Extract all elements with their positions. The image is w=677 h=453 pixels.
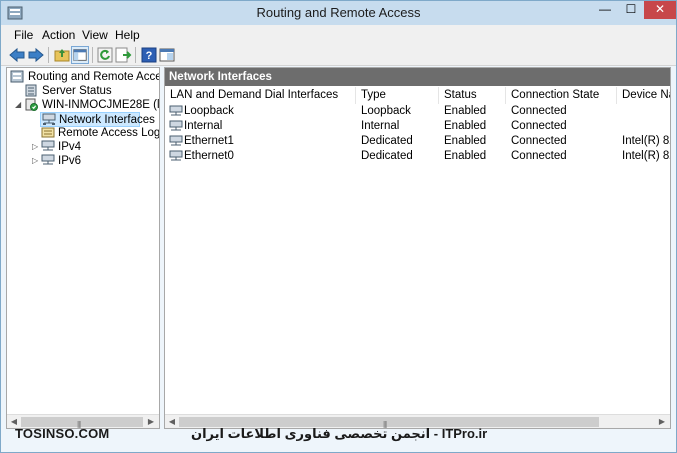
export-list-icon[interactable]: [114, 46, 132, 64]
cell-name: Internal: [184, 120, 223, 132]
tree-label-root: Routing and Remote Access: [28, 71, 160, 83]
cell-connection-state: Connected: [511, 135, 567, 147]
cell-type: Internal: [361, 120, 400, 132]
cell-device-name: Intel(R) 8257: [622, 135, 670, 147]
app-window: Routing and Remote Access — ☐ ✕ File Act…: [0, 0, 677, 453]
section-title: Network Interfaces: [165, 68, 670, 86]
menu-view[interactable]: View: [82, 28, 108, 42]
column-header-type[interactable]: Type: [356, 87, 439, 104]
tree-label-server: WIN-INMOCJME28E (local): [42, 99, 160, 111]
tree-label-server-status: Server Status: [42, 85, 112, 97]
toolbar-separator: [135, 47, 136, 63]
table-row[interactable]: Loopback Loopback Enabled Connected: [165, 104, 670, 119]
tree-item-root[interactable]: Routing and Remote Access: [10, 70, 160, 84]
expand-arrow-icon[interactable]: ◢: [15, 100, 23, 110]
watermark-left: TOSINSO.COM: [15, 426, 110, 441]
network-interfaces-icon: [42, 113, 56, 125]
toolbar-separator: [48, 47, 49, 63]
table-row[interactable]: Internal Internal Enabled Connected: [165, 119, 670, 134]
logging-icon: [41, 127, 55, 138]
column-header-name[interactable]: LAN and Demand Dial Interfaces: [165, 87, 356, 104]
tree-pane: Routing and Remote Access Server Status …: [6, 67, 160, 429]
tree-label-network-interfaces: Network Interfaces: [59, 114, 155, 126]
scroll-right-arrow-icon[interactable]: ▶: [656, 416, 668, 428]
tree-item-server[interactable]: WIN-INMOCJME28E (local): [24, 98, 159, 112]
help-icon[interactable]: ?: [140, 46, 158, 64]
cell-status: Enabled: [444, 150, 487, 162]
cell-status: Enabled: [444, 135, 487, 147]
tree-label-remote-access-logging: Remote Access Logging: [58, 127, 160, 139]
server-status-icon: [25, 84, 37, 97]
menu-action[interactable]: Action: [42, 28, 75, 42]
menu-bar: File Action View Help: [1, 25, 676, 44]
cell-name: Ethernet0: [184, 150, 234, 162]
cell-device-name: [617, 104, 670, 119]
ipv6-icon: [41, 154, 55, 165]
tree-item-server-status[interactable]: Server Status: [24, 84, 159, 98]
maximize-button[interactable]: ☐: [618, 1, 644, 19]
window-title: Routing and Remote Access: [256, 5, 421, 20]
tree-item-ipv4[interactable]: IPv4: [40, 140, 140, 154]
forward-arrow-icon[interactable]: [27, 46, 45, 64]
cell-connection-state: Connected: [511, 120, 567, 132]
close-button[interactable]: ✕: [644, 1, 676, 19]
show-hide-tree-icon[interactable]: [71, 46, 89, 64]
cell-type: Dedicated: [361, 135, 413, 147]
column-header-status[interactable]: Status: [439, 87, 506, 104]
menu-file[interactable]: File: [14, 28, 33, 42]
toolbar: ?: [1, 44, 676, 66]
properties-icon[interactable]: [158, 46, 176, 64]
column-header-device-name[interactable]: Device Nam: [617, 87, 670, 104]
table-row[interactable]: Ethernet1 Dedicated Enabled Connected In…: [165, 134, 670, 149]
cell-device-name: [617, 119, 670, 134]
cell-status: Enabled: [444, 105, 487, 117]
scroll-right-arrow-icon[interactable]: ▶: [145, 416, 157, 428]
cell-name: Loopback: [184, 105, 234, 117]
server-green-icon: [25, 98, 38, 111]
cell-connection-state: Connected: [511, 150, 567, 162]
column-header-connection-state[interactable]: Connection State: [506, 87, 617, 104]
watermark-right: انجمن تخصصی فناوری اطلاعات ایران - ITPro…: [191, 426, 488, 441]
tree-label-ipv6: IPv6: [58, 155, 82, 167]
tree-item-remote-access-logging[interactable]: Remote Access Logging: [40, 126, 160, 140]
table-row[interactable]: Ethernet0 Dedicated Enabled Connected In…: [165, 149, 670, 164]
menu-help[interactable]: Help: [115, 28, 140, 42]
refresh-icon[interactable]: [96, 46, 114, 64]
minimize-button[interactable]: —: [592, 1, 618, 19]
tree-label-ipv4: IPv4: [58, 141, 82, 153]
cell-connection-state: Connected: [511, 105, 567, 117]
up-folder-icon[interactable]: [53, 46, 71, 64]
cell-type: Loopback: [361, 105, 411, 117]
collapse-arrow-icon[interactable]: ▷: [32, 142, 40, 152]
cell-type: Dedicated: [361, 150, 413, 162]
scroll-left-arrow-icon[interactable]: ◀: [166, 416, 178, 428]
collapse-arrow-icon[interactable]: ▷: [32, 156, 40, 166]
cell-status: Enabled: [444, 120, 487, 132]
title-bar[interactable]: Routing and Remote Access — ☐ ✕: [1, 1, 676, 25]
ipv4-icon: [41, 140, 55, 151]
tree-item-ipv6[interactable]: IPv6: [40, 154, 140, 168]
back-arrow-icon[interactable]: [8, 46, 26, 64]
svg-text:?: ?: [146, 50, 153, 62]
routing-server-icon: [10, 70, 24, 83]
details-pane: Network Interfaces LAN and Demand Dial I…: [164, 67, 671, 429]
cell-name: Ethernet1: [184, 135, 234, 147]
tree-item-network-interfaces[interactable]: Network Interfaces: [40, 112, 155, 127]
cell-device-name: Intel(R) 8257: [622, 150, 670, 162]
toolbar-separator: [92, 47, 93, 63]
column-headers: LAN and Demand Dial Interfaces Type Stat…: [165, 87, 670, 104]
